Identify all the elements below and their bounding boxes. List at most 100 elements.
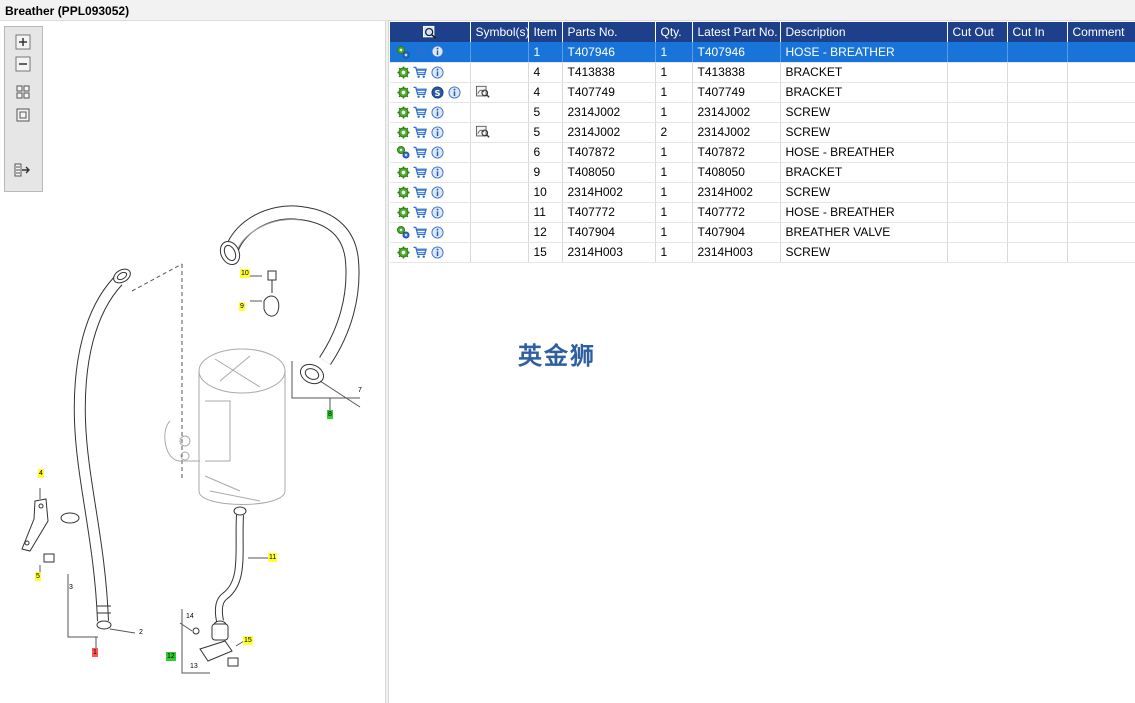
callout-1[interactable]: 1	[92, 648, 98, 657]
s-badge-icon[interactable]: S	[430, 85, 444, 99]
table-row[interactable]: 6 T407872 1 T407872 HOSE - BREATHER	[390, 142, 1135, 163]
cell-cut-in	[1007, 202, 1068, 223]
cell-qty: 1	[655, 82, 693, 103]
column-header-cut-out[interactable]: Cut Out	[947, 22, 1008, 42]
table-row[interactable]: 11 T407772 1 T407772 HOSE - BREATHER	[390, 202, 1135, 223]
cell-qty: 2	[655, 122, 693, 143]
callout-13[interactable]: 13	[189, 662, 199, 671]
cell-description: SCREW	[780, 182, 948, 203]
illustration-icon[interactable]	[475, 85, 490, 99]
cart-icon[interactable]	[413, 165, 427, 179]
diagram-pane[interactable]: 10 9 7 8 4 5 3 2 1 11 14 15 12 13	[0, 21, 385, 703]
callout-2[interactable]: 2	[138, 628, 144, 637]
cart-icon[interactable]	[413, 45, 427, 59]
cell-item: 5	[528, 122, 563, 143]
table-row[interactable]: 1 T407946 1 T407946 HOSE - BREATHER	[390, 42, 1135, 63]
column-header-cut-in[interactable]: Cut In	[1007, 22, 1068, 42]
export-icon[interactable]	[13, 161, 33, 179]
table-row[interactable]: 9 T408050 1 T408050 BRACKET	[390, 162, 1135, 183]
cart-icon[interactable]	[413, 145, 427, 159]
cell-description: BRACKET	[780, 82, 948, 103]
gear-icon[interactable]	[396, 185, 410, 199]
info-icon[interactable]	[430, 245, 444, 259]
table-row[interactable]: S 4 T407749 1 T407749 BRACKET	[390, 82, 1135, 103]
table-row[interactable]: 15 2314H003 1 2314H003 SCREW	[390, 242, 1135, 263]
callout-11[interactable]: 11	[268, 553, 278, 562]
table-row[interactable]: 12 T407904 1 T407904 BREATHER VALVE	[390, 222, 1135, 243]
table-row[interactable]: 5 2314J002 1 2314J002 SCREW	[390, 102, 1135, 123]
column-header-symbols[interactable]: Symbol(s)	[470, 22, 529, 42]
cell-cut-out	[947, 142, 1008, 163]
gears-icon[interactable]	[396, 45, 410, 59]
gear-icon[interactable]	[396, 65, 410, 79]
table-row[interactable]: 4 T413838 1 T413838 BRACKET	[390, 62, 1135, 83]
cell-latest-part-no: 2314J002	[692, 102, 781, 123]
gear-icon[interactable]	[396, 85, 410, 99]
cart-icon[interactable]	[413, 125, 427, 139]
callout-7[interactable]: 7	[357, 386, 363, 395]
callout-14[interactable]: 14	[185, 612, 195, 621]
column-header-comment[interactable]: Comment	[1067, 22, 1135, 42]
info-icon[interactable]	[430, 45, 444, 59]
callout-3[interactable]: 3	[68, 583, 74, 592]
column-header-item[interactable]: Item	[528, 22, 563, 42]
cell-cut-out	[947, 182, 1008, 203]
cart-icon[interactable]	[413, 185, 427, 199]
cart-icon[interactable]	[413, 225, 427, 239]
column-header-latest-part-no[interactable]: Latest Part No.	[692, 22, 781, 42]
fit-all-icon[interactable]	[13, 83, 33, 101]
info-icon[interactable]	[430, 165, 444, 179]
cart-icon[interactable]	[413, 85, 427, 99]
zoom-in-icon[interactable]	[13, 33, 33, 51]
table-row[interactable]: 10 2314H002 1 2314H002 SCREW	[390, 182, 1135, 203]
cart-icon[interactable]	[413, 205, 427, 219]
exploded-diagram[interactable]	[0, 21, 385, 703]
info-icon[interactable]	[430, 65, 444, 79]
row-actions	[390, 182, 471, 203]
gear-icon[interactable]	[396, 165, 410, 179]
pane-splitter[interactable]	[385, 21, 389, 703]
callout-10[interactable]: 10	[240, 269, 250, 278]
row-actions	[390, 122, 471, 143]
column-header-icons[interactable]	[390, 22, 471, 42]
callout-5[interactable]: 5	[35, 572, 41, 581]
row-actions	[390, 222, 471, 243]
fit-window-icon[interactable]	[13, 106, 33, 124]
callout-9[interactable]: 9	[239, 302, 245, 311]
info-icon[interactable]	[430, 205, 444, 219]
gear-icon[interactable]	[396, 125, 410, 139]
callout-15[interactable]: 15	[243, 636, 253, 645]
callout-8[interactable]: 8	[327, 410, 333, 419]
info-icon[interactable]	[430, 105, 444, 119]
gears-icon[interactable]	[396, 145, 410, 159]
row-symbols	[470, 42, 529, 63]
column-header-description[interactable]: Description	[780, 22, 948, 42]
gears-icon[interactable]	[396, 225, 410, 239]
row-symbols	[470, 202, 529, 223]
cell-comment	[1067, 242, 1135, 263]
cell-item: 5	[528, 102, 563, 123]
cell-parts-no: 2314H003	[562, 242, 656, 263]
watermark: 英金狮	[518, 342, 596, 370]
table-row[interactable]: 5 2314J002 2 2314J002 SCREW	[390, 122, 1135, 143]
illustration-icon[interactable]	[475, 125, 490, 139]
zoom-search-icon[interactable]	[422, 25, 437, 39]
cart-icon[interactable]	[413, 65, 427, 79]
cell-description: HOSE - BREATHER	[780, 142, 948, 163]
callout-4[interactable]: 4	[38, 469, 44, 478]
info-icon[interactable]	[430, 225, 444, 239]
info-icon[interactable]	[447, 85, 461, 99]
cart-icon[interactable]	[413, 245, 427, 259]
column-header-qty[interactable]: Qty.	[655, 22, 693, 42]
zoom-out-icon[interactable]	[13, 55, 33, 73]
gear-icon[interactable]	[396, 245, 410, 259]
cell-parts-no: T407904	[562, 222, 656, 243]
callout-12[interactable]: 12	[166, 652, 176, 661]
gear-icon[interactable]	[396, 205, 410, 219]
column-header-parts-no[interactable]: Parts No.	[562, 22, 656, 42]
info-icon[interactable]	[430, 125, 444, 139]
info-icon[interactable]	[430, 185, 444, 199]
gear-icon[interactable]	[396, 105, 410, 119]
info-icon[interactable]	[430, 145, 444, 159]
cart-icon[interactable]	[413, 105, 427, 119]
